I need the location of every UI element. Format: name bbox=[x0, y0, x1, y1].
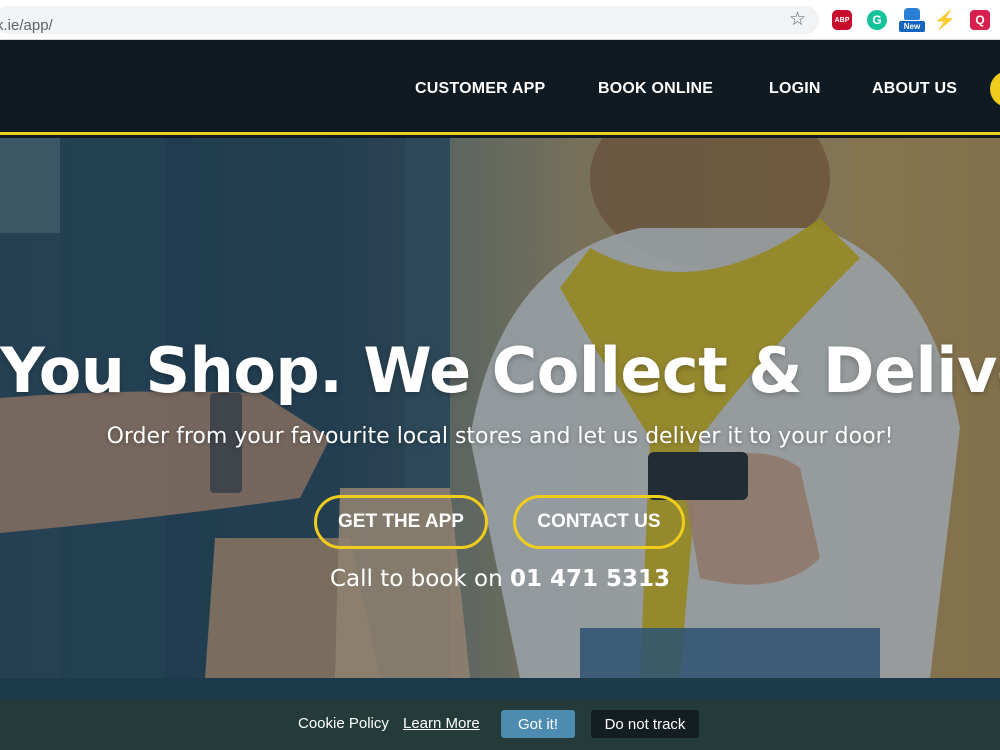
hero-headline: You Shop. We Collect & Deliver bbox=[0, 334, 1000, 407]
star-icon[interactable]: ☆ bbox=[789, 8, 806, 30]
adblock-icon[interactable]: ABP bbox=[832, 10, 852, 30]
contact-us-button[interactable]: CONTACT US bbox=[513, 495, 685, 549]
learn-more-link[interactable]: Learn More bbox=[403, 715, 480, 732]
cookie-banner: Cookie Policy Learn More Got it! Do not … bbox=[0, 700, 1000, 750]
cookie-policy-text: Cookie Policy bbox=[298, 715, 389, 732]
call-to-book-line: Call to book on 01 471 5313 bbox=[0, 566, 1000, 592]
do-not-track-button[interactable]: Do not track bbox=[591, 710, 699, 738]
nav-circle-button[interactable] bbox=[990, 71, 1000, 107]
nav-book-online[interactable]: BOOK ONLINE bbox=[598, 80, 713, 98]
phone-number[interactable]: 01 471 5313 bbox=[510, 566, 670, 592]
grammarly-icon[interactable]: G bbox=[867, 10, 887, 30]
get-the-app-button[interactable]: GET THE APP bbox=[314, 495, 488, 549]
site-navbar: CUSTOMER APP BOOK ONLINE LOGIN ABOUT US bbox=[0, 40, 1000, 135]
robot-icon bbox=[904, 8, 920, 20]
new-extension-icon[interactable]: New bbox=[899, 8, 925, 34]
hero-overlay bbox=[0, 138, 1000, 678]
nav-login[interactable]: LOGIN bbox=[769, 80, 821, 98]
url-text[interactable]: k.ie/app/ bbox=[0, 17, 53, 34]
bolt-icon[interactable]: ⚡ bbox=[934, 10, 956, 30]
hero-bottom-strip bbox=[0, 678, 1000, 700]
hero-subheadline: Order from your favourite local stores a… bbox=[106, 424, 894, 449]
hero-section: You Shop. We Collect & Deliver Order fro… bbox=[0, 138, 1000, 678]
got-it-button[interactable]: Got it! bbox=[501, 710, 575, 738]
nav-customer-app[interactable]: CUSTOMER APP bbox=[415, 80, 545, 98]
call-prefix: Call to book on bbox=[329, 566, 503, 592]
new-badge: New bbox=[899, 21, 925, 32]
address-bar[interactable]: k.ie/app/ bbox=[0, 6, 819, 34]
browser-toolbar: k.ie/app/ ☆ ABP G New ⚡ Q bbox=[0, 0, 1000, 40]
nav-about-us[interactable]: ABOUT US bbox=[872, 80, 957, 98]
red-extension-icon[interactable]: Q bbox=[970, 10, 990, 30]
